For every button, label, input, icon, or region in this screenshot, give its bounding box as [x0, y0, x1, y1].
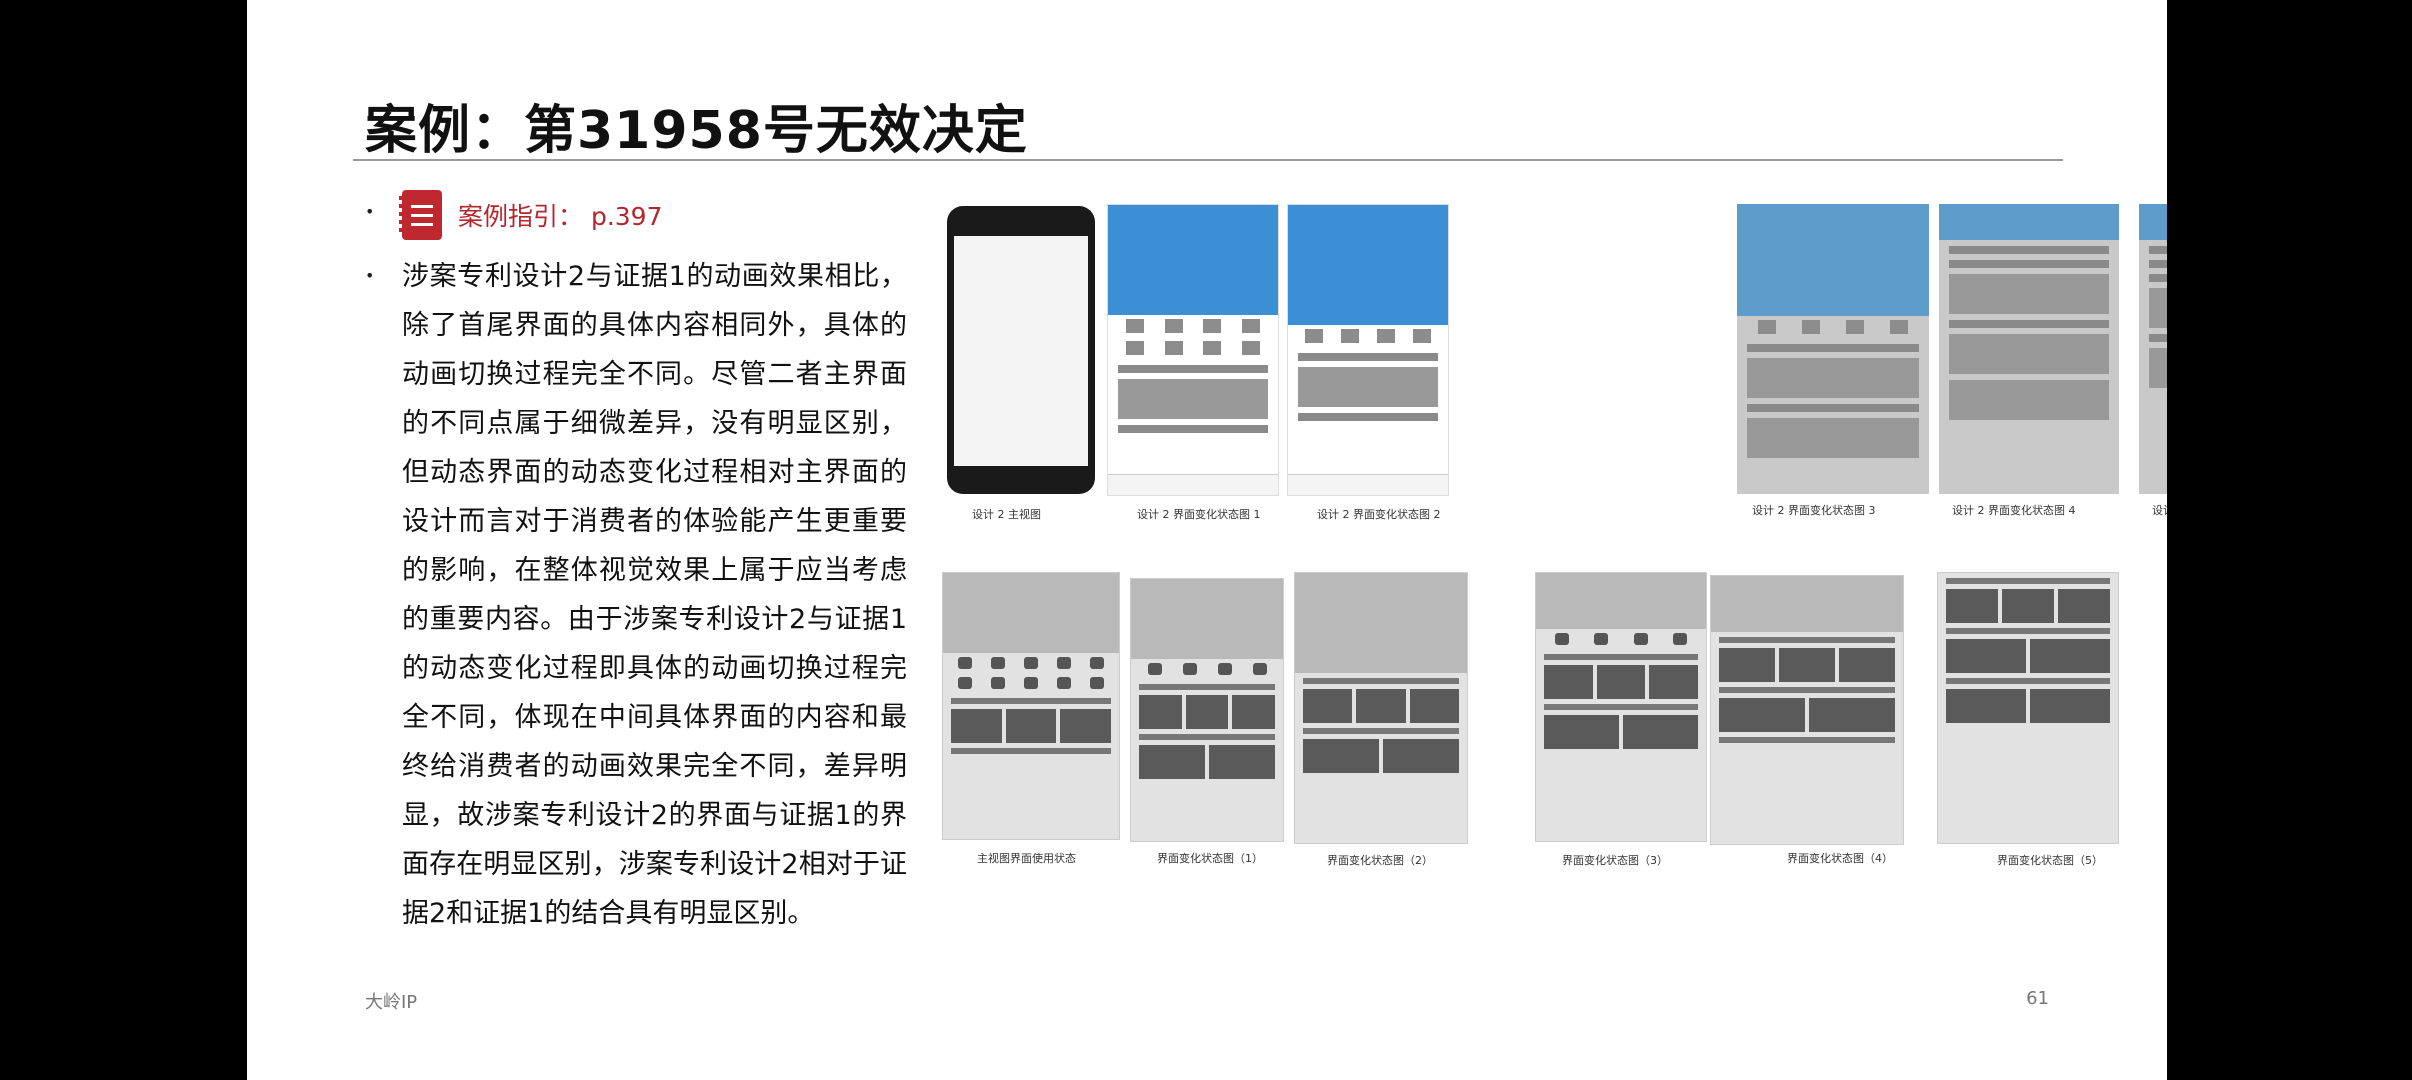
bottom-caption-4: 界面变化状态图（3） [1562, 852, 1668, 868]
design2-state-3-image [1737, 204, 1929, 494]
design2-state-4-image [1939, 204, 2119, 494]
top-caption-1: 设计 2 主视图 [972, 506, 1041, 522]
design2-state-1-image [1107, 204, 1279, 496]
top-caption-3: 设计 2 界面变化状态图 2 [1317, 506, 1441, 522]
slide: 案例：第31958号无效决定 • 案例指引： p.397 • 涉案专利设计2与证… [247, 0, 2167, 1080]
bullet-marker-2: • [365, 266, 374, 285]
title-divider [353, 159, 2063, 161]
top-caption-6: 设计 2 界面变化状态图 5 [2152, 502, 2167, 518]
page-number: 61 [2026, 988, 2049, 1009]
evidence1-state-2-image [1294, 572, 1468, 844]
evidence1-state-5-image [1937, 572, 2119, 844]
bottom-caption-1: 主视图界面使用状态 [977, 850, 1076, 866]
bottom-caption-3: 界面变化状态图（2） [1327, 852, 1433, 868]
case-guide: 案例指引： p.397 [402, 190, 662, 240]
top-caption-2: 设计 2 界面变化状态图 1 [1137, 506, 1261, 522]
bottom-caption-6: 界面变化状态图（5） [1997, 852, 2103, 868]
bottom-caption-2: 界面变化状态图（1） [1157, 850, 1263, 866]
evidence1-state-4-image [1710, 575, 1904, 845]
notebook-icon [402, 190, 442, 240]
top-caption-5: 设计 2 界面变化状态图 4 [1952, 502, 2076, 518]
evidence1-main-view-image [942, 572, 1120, 840]
evidence1-state-3-image [1535, 572, 1707, 842]
top-caption-4: 设计 2 界面变化状态图 3 [1752, 502, 1876, 518]
design2-main-view-image [947, 206, 1095, 494]
case-guide-text: 案例指引： p.397 [458, 197, 662, 233]
design2-state-5-image [2139, 204, 2167, 494]
bottom-caption-5: 界面变化状态图（4） [1787, 850, 1893, 866]
evidence1-state-1-image [1130, 578, 1284, 842]
design2-state-2-image [1287, 204, 1449, 496]
slide-title: 案例：第31958号无效决定 [365, 88, 1028, 163]
bullet-marker-1: • [365, 202, 374, 221]
body-paragraph: 涉案专利设计2与证据1的动画效果相比，除了首尾界面的具体内容相同外，具体的动画切… [402, 252, 907, 938]
design-figures: 设计 2 主视图 设计 2 界面变化状态图 1 设计 2 界面变化状态图 2 设… [947, 200, 2147, 880]
footer-brand: 大岭IP [365, 988, 417, 1014]
